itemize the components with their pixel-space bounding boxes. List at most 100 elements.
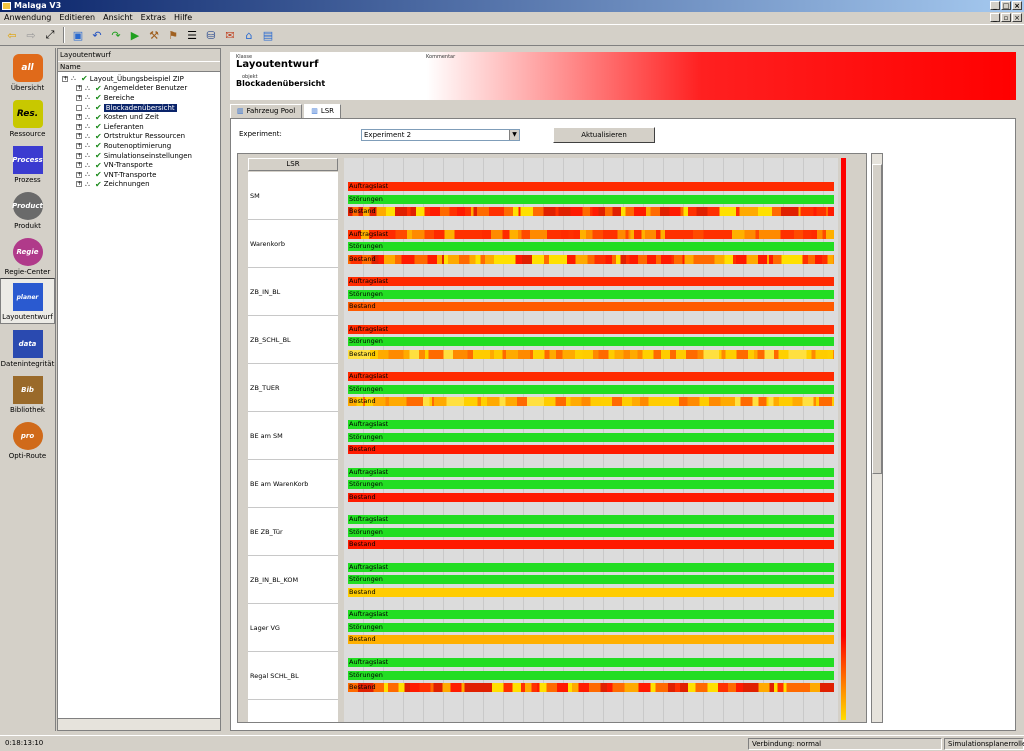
status-bar-bestand: Bestand	[348, 587, 834, 597]
nav-ressource[interactable]: Res. Ressource	[0, 94, 55, 140]
tree-item[interactable]: + ⛬ ✔ Simulationseinstellungen	[58, 151, 220, 161]
resource-row-label[interactable]: SM	[248, 172, 338, 220]
resource-row-label[interactable]: ZB_IN_BL_KOM	[248, 556, 338, 604]
menu-ansicht[interactable]: Ansicht	[103, 12, 133, 24]
expand-icon[interactable]: +	[76, 94, 82, 101]
window-icon[interactable]: ▣	[70, 27, 86, 43]
status-bar-stoerungen: Störungen	[348, 242, 834, 252]
expand-icon[interactable]: +	[76, 123, 82, 130]
redo-icon[interactable]: ↷	[108, 27, 124, 43]
resource-row-label[interactable]: Lager VG	[248, 604, 338, 652]
doc-minimize-button[interactable]: _	[990, 13, 1000, 22]
status-bar-bestand: Bestand	[348, 445, 834, 454]
forward-arrow-icon[interactable]: ⇨	[23, 27, 39, 43]
experiment-value: Experiment 2	[364, 131, 412, 139]
list-icon[interactable]: ☰	[184, 27, 200, 43]
nav-label: Layoutentwurf	[2, 313, 53, 321]
expand-icon[interactable]	[76, 104, 82, 111]
tool-icon[interactable]: ⚒	[146, 27, 162, 43]
tab-lsr[interactable]: ▥ LSR	[304, 104, 342, 118]
tree-item-label: VN-Transporte	[103, 161, 153, 170]
nav-bibliothek[interactable]: Bib Bibliothek	[0, 370, 55, 416]
status-bar-bestand: Bestand	[348, 254, 834, 264]
status-bar-stoerungen: Störungen	[348, 480, 834, 490]
minimize-button[interactable]: _	[990, 1, 1000, 10]
nav-layoutentwurf[interactable]: planer Layoutentwurf	[0, 278, 55, 324]
expand-icon[interactable]: +	[76, 142, 82, 149]
expand-icon[interactable]: +	[76, 181, 82, 188]
tree-item[interactable]: + ⛬ ✔ VN-Transporte	[58, 160, 220, 170]
status-bar-stoerungen: Störungen	[348, 384, 834, 394]
tree-item[interactable]: + ⛬ ✔ Zeichnungen	[58, 180, 220, 190]
tree-column-header[interactable]: Name	[58, 61, 220, 72]
tab-fahrzeug-pool[interactable]: ▥ Fahrzeug Pool	[230, 104, 303, 118]
tree-item[interactable]: + ⛬ ✔ Bereiche	[58, 93, 220, 103]
tree-item[interactable]: ⛬ ✔ Blockadenübersicht	[58, 103, 220, 113]
menu-editieren[interactable]: Editieren	[59, 12, 95, 24]
check-icon: ✔	[95, 93, 102, 103]
menu-anwendung[interactable]: Anwendung	[4, 12, 51, 24]
expand-icon[interactable]: +	[76, 162, 82, 169]
resource-row-label[interactable]: Warenkorb	[248, 220, 338, 268]
resource-row-label[interactable]: ZB_TUER	[248, 364, 338, 412]
window-title: Malaga V3	[14, 1, 62, 10]
nav-datenintegritaet[interactable]: data Datenintegrität	[0, 324, 55, 370]
database-icon[interactable]: ⛁	[203, 27, 219, 43]
node-icon: ⛬	[85, 160, 90, 169]
tree-horizontal-scrollbar[interactable]	[58, 718, 220, 730]
node-icon: ⛬	[85, 112, 90, 121]
tree-item[interactable]: + ⛬ ✔ Routenoptimierung	[58, 141, 220, 151]
maximize-button[interactable]: □	[1001, 1, 1011, 10]
nav-label: Opti-Route	[8, 452, 47, 460]
status-bar-bestand: Bestand	[348, 492, 834, 502]
xml-icon[interactable]: ✉	[222, 27, 238, 43]
expand-icon[interactable]: +	[76, 85, 82, 92]
expand-icon[interactable]: +	[76, 171, 82, 178]
status-bar-stoerungen: Störungen	[348, 337, 834, 347]
tree-item[interactable]: + ⛬ ✔ VNT-Transporte	[58, 170, 220, 180]
expand-icon[interactable]: +	[76, 152, 82, 159]
expand-icon[interactable]: +	[76, 114, 82, 121]
lsr-column-header[interactable]: LSR	[248, 158, 338, 171]
nav-prozess[interactable]: Process Prozess	[0, 140, 55, 186]
nav-opti-route[interactable]: pro Opti-Route	[0, 416, 55, 462]
run-icon[interactable]: ▶	[127, 27, 143, 43]
resource-row-label[interactable]: Regal SCHL_BL	[248, 652, 338, 700]
expand-icon[interactable]: +	[76, 133, 82, 140]
panel-icon[interactable]: ▤	[260, 27, 276, 43]
chevron-down-icon[interactable]: ▼	[509, 130, 519, 140]
tree-item[interactable]: + ⛬ ✔ Angemeldeter Benutzer	[58, 84, 220, 94]
menu-hilfe[interactable]: Hilfe	[174, 12, 192, 24]
resource-row-label[interactable]: ZB_IN_BL	[248, 268, 338, 316]
resource-row-label[interactable]: BE ZB_Tür	[248, 508, 338, 556]
tree-item[interactable]: + ⛬ ✔ Kosten und Zeit	[58, 112, 220, 122]
dispatch-icon[interactable]: ⚑	[165, 27, 181, 43]
tree-item[interactable]: + ⛬ ✔ Ortstruktur Ressourcen	[58, 132, 220, 142]
nav-produkt[interactable]: Product Produkt	[0, 186, 55, 232]
refresh-button[interactable]: Aktualisieren	[553, 127, 655, 143]
back-arrow-icon[interactable]: ⇦	[4, 27, 20, 43]
close-button[interactable]: ×	[1012, 1, 1022, 10]
expand-icon[interactable]: +	[62, 75, 68, 82]
object-title: Blockadenübersicht	[236, 79, 326, 88]
scrollbar-thumb[interactable]	[872, 164, 882, 474]
library-icon: Bib	[12, 376, 43, 404]
resource-row-label[interactable]: BE am SM	[248, 412, 338, 460]
menu-extras[interactable]: Extras	[141, 12, 166, 24]
tree-item[interactable]: + ⛬ ✔ Layout_Übungsbeispiel ZIP	[58, 74, 220, 84]
doc-restore-button[interactable]: ▫	[1001, 13, 1011, 22]
nav-regie-center[interactable]: Regie Regie-Center	[0, 232, 55, 278]
undo-icon[interactable]: ↶	[89, 27, 105, 43]
resource-row-label[interactable]: BE am WarenKorb	[248, 460, 338, 508]
experiment-select[interactable]: Experiment 2 ▼	[361, 129, 520, 141]
nav-uebersicht[interactable]: all Übersicht	[0, 48, 55, 94]
tree-item[interactable]: + ⛬ ✔ Lieferanten	[58, 122, 220, 132]
status-bar-auftragslast: Auftragslast	[348, 658, 834, 667]
tree-item-label: Kosten und Zeit	[103, 113, 159, 122]
export-icon[interactable]: ⌂	[241, 27, 257, 43]
status-bar-auftragslast: Auftragslast	[348, 372, 834, 382]
doc-close-button[interactable]: ×	[1012, 13, 1022, 22]
expand-icon[interactable]: ⤢	[42, 27, 58, 43]
resource-row-label[interactable]: ZB_SCHL_BL	[248, 316, 338, 364]
grid-vertical-scrollbar[interactable]	[871, 153, 883, 723]
